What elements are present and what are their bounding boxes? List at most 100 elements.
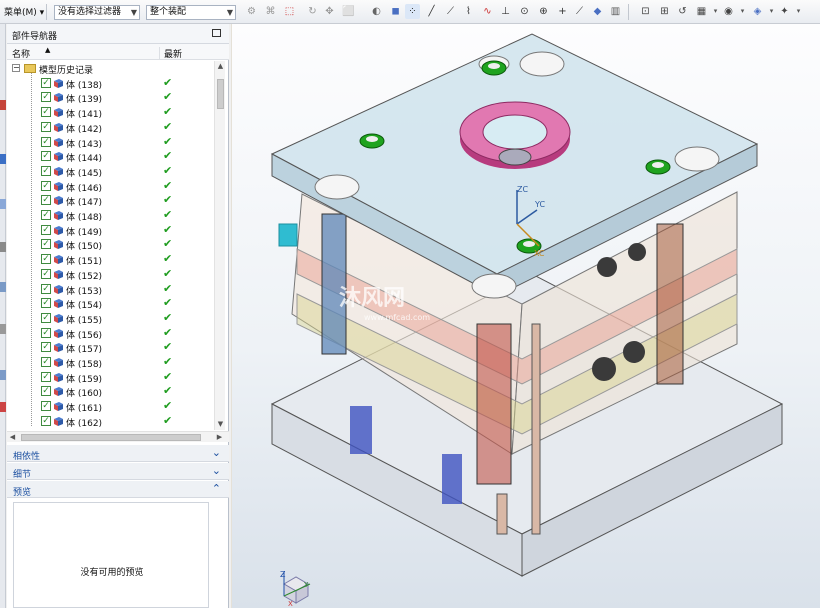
chevron-down-icon[interactable]: ▾ bbox=[735, 4, 750, 19]
curve-icon[interactable]: ⌇ bbox=[461, 4, 476, 19]
chevron-down-icon[interactable]: ⌄ bbox=[212, 464, 221, 477]
scroll-right-icon[interactable]: ▶ bbox=[214, 432, 225, 443]
constraint-icon[interactable] bbox=[0, 242, 6, 252]
tree-row-body[interactable]: ✓ 体 (138) ✔ bbox=[7, 76, 214, 91]
visibility-checkbox[interactable]: ✓ bbox=[41, 386, 51, 397]
tree-row-body[interactable]: ✓ 体 (162) ✔ bbox=[7, 414, 214, 429]
layout-icon[interactable]: ▦ bbox=[694, 4, 709, 19]
vertical-scrollbar[interactable]: ▲ ▼ bbox=[214, 61, 225, 430]
tree-row-body[interactable]: ✓ 体 (155) ✔ bbox=[7, 311, 214, 326]
tree-row-body[interactable]: ✓ 体 (159) ✔ bbox=[7, 370, 214, 385]
roles-icon[interactable] bbox=[0, 402, 6, 412]
visibility-checkbox[interactable]: ✓ bbox=[41, 195, 51, 206]
part-navigator-icon[interactable] bbox=[0, 154, 6, 164]
visibility-checkbox[interactable]: ✓ bbox=[41, 312, 51, 323]
filter-icon[interactable]: ⌘ bbox=[263, 4, 278, 19]
visibility-checkbox[interactable]: ✓ bbox=[41, 254, 51, 265]
menu-button[interactable]: 菜单(M) ▾ bbox=[2, 5, 44, 19]
face-icon[interactable]: ◆ bbox=[590, 4, 605, 19]
visibility-checkbox[interactable]: ✓ bbox=[41, 151, 51, 162]
slash-icon[interactable]: ⟋ bbox=[443, 4, 458, 19]
visibility-checkbox[interactable]: ✓ bbox=[41, 77, 51, 88]
section-details[interactable]: 细节 ⌄ bbox=[7, 463, 229, 480]
wave-icon[interactable]: ∿ bbox=[480, 4, 495, 19]
tree-row-body[interactable]: ✓ 体 (151) ✔ bbox=[7, 252, 214, 267]
scroll-thumb[interactable] bbox=[217, 79, 224, 109]
column-latest[interactable]: 最新 bbox=[159, 47, 182, 60]
section-dependencies[interactable]: 相依性 ⌄ bbox=[7, 445, 229, 462]
visibility-checkbox[interactable]: ✓ bbox=[41, 165, 51, 176]
cube-icon[interactable]: ◼ bbox=[388, 4, 403, 19]
select-box-icon[interactable]: ⬚ bbox=[282, 4, 297, 19]
scroll-up-icon[interactable]: ▲ bbox=[215, 61, 226, 72]
visibility-checkbox[interactable]: ✓ bbox=[41, 210, 51, 220]
section-preview[interactable]: 预览 ⌃ bbox=[7, 481, 229, 498]
visibility-checkbox[interactable]: ✓ bbox=[41, 180, 51, 191]
view-triad[interactable]: Z Y X bbox=[280, 570, 311, 608]
fit-view-icon[interactable]: ⊡ bbox=[638, 4, 653, 19]
visibility-checkbox[interactable]: ✓ bbox=[41, 107, 51, 118]
display-mode-icon[interactable]: ◉ bbox=[721, 4, 736, 19]
intersection-icon[interactable]: ⊥ bbox=[498, 4, 513, 19]
visibility-checkbox[interactable]: ✓ bbox=[41, 283, 51, 294]
tree-row-body[interactable]: ✓ 体 (147) ✔ bbox=[7, 193, 214, 208]
visibility-checkbox[interactable]: ✓ bbox=[41, 92, 51, 103]
tree-row-body[interactable]: ✓ 体 (139) ✔ bbox=[7, 90, 214, 105]
selection-filter-select[interactable]: 没有选择过滤器 ▼ bbox=[54, 5, 140, 20]
tree-row-body[interactable]: ✓ 体 (161) ✔ bbox=[7, 399, 214, 414]
tree-row-body[interactable]: ✓ 体 (154) ✔ bbox=[7, 296, 214, 311]
column-name[interactable]: 名称 bbox=[12, 47, 30, 60]
visibility-checkbox[interactable]: ✓ bbox=[41, 298, 51, 309]
collapse-icon[interactable]: − bbox=[12, 64, 20, 72]
chevron-up-icon[interactable]: ⌃ bbox=[212, 482, 221, 495]
visibility-checkbox[interactable]: ✓ bbox=[41, 268, 51, 279]
reuse-library-icon[interactable] bbox=[0, 282, 6, 292]
tree-row-body[interactable]: ✓ 体 (152) ✔ bbox=[7, 267, 214, 282]
scroll-down-icon[interactable]: ▼ bbox=[215, 419, 226, 430]
visibility-checkbox[interactable]: ✓ bbox=[41, 224, 51, 235]
tree-row-body[interactable]: ✓ 体 (146) ✔ bbox=[7, 179, 214, 194]
assembly-scope-select[interactable]: 整个装配 ▼ bbox=[146, 5, 236, 20]
tree-row-body[interactable]: ✓ 体 (153) ✔ bbox=[7, 282, 214, 297]
zoom-icon[interactable]: ⊞ bbox=[657, 4, 672, 19]
tree-row-body[interactable]: ✓ 体 (143) ✔ bbox=[7, 135, 214, 150]
tree-row-body[interactable]: ✓ 体 (160) ✔ bbox=[7, 384, 214, 399]
visibility-checkbox[interactable]: ✓ bbox=[41, 342, 51, 353]
chevron-down-icon[interactable]: ⌄ bbox=[212, 446, 221, 459]
tree-row-body[interactable]: ✓ 体 (149) ✔ bbox=[7, 223, 214, 238]
visibility-checkbox[interactable]: ✓ bbox=[41, 401, 51, 412]
tree-root-model-history[interactable]: − 模型历史记录 bbox=[7, 61, 214, 76]
visibility-checkbox[interactable]: ✓ bbox=[41, 136, 51, 147]
book-icon[interactable]: ▥ bbox=[608, 4, 623, 19]
graphics-viewport[interactable]: ZC YC XC 沐风网 www.mfcad.com Z Y X bbox=[231, 24, 820, 608]
horizontal-scrollbar[interactable]: ◀ ▶ bbox=[7, 431, 229, 442]
settings-icon[interactable]: ✦ bbox=[777, 4, 792, 19]
tree-row-body[interactable]: ✓ 体 (158) ✔ bbox=[7, 355, 214, 370]
quadrant-icon[interactable]: ⊕ bbox=[536, 4, 551, 19]
visibility-checkbox[interactable]: ✓ bbox=[41, 415, 51, 426]
tree-row-body[interactable]: ✓ 体 (141) ✔ bbox=[7, 105, 214, 120]
tree-row-body[interactable]: ✓ 体 (148) ✔ bbox=[7, 208, 214, 223]
circle-center-icon[interactable]: ⊙ bbox=[517, 4, 532, 19]
scroll-left-icon[interactable]: ◀ bbox=[7, 432, 18, 443]
visibility-checkbox[interactable]: ✓ bbox=[41, 371, 51, 382]
visibility-checkbox[interactable]: ✓ bbox=[41, 357, 51, 367]
pan-icon[interactable]: ✥ bbox=[322, 4, 337, 19]
tree-row-body[interactable]: ✓ 体 (142) ✔ bbox=[7, 120, 214, 135]
line-icon[interactable]: ╱ bbox=[424, 4, 439, 19]
scroll-thumb-horizontal[interactable] bbox=[21, 434, 201, 441]
cross-icon[interactable]: + bbox=[555, 4, 570, 19]
tree-row-body[interactable]: ✓ 体 (156) ✔ bbox=[7, 326, 214, 341]
rectangle-select-icon[interactable]: ⬜ bbox=[341, 4, 356, 19]
snap-icon[interactable]: ⚙ bbox=[244, 4, 259, 19]
assembly-navigator-icon[interactable] bbox=[0, 199, 6, 209]
refresh-icon[interactable]: ↺ bbox=[675, 4, 690, 19]
tree-row-body[interactable]: ✓ 体 (145) ✔ bbox=[7, 164, 214, 179]
tree-row-body[interactable]: ✓ 体 (157) ✔ bbox=[7, 340, 214, 355]
chevron-down-icon[interactable]: ▾ bbox=[791, 4, 806, 19]
history-palette-icon[interactable] bbox=[0, 370, 6, 380]
view-cube-icon[interactable]: ◈ bbox=[750, 4, 765, 19]
rotate-icon[interactable]: ↻ bbox=[305, 4, 320, 19]
point-snap-icon[interactable]: ⁘ bbox=[405, 4, 420, 19]
mold-assembly-model[interactable]: ZC YC XC 沐风网 www.mfcad.com Z Y X bbox=[232, 24, 820, 608]
